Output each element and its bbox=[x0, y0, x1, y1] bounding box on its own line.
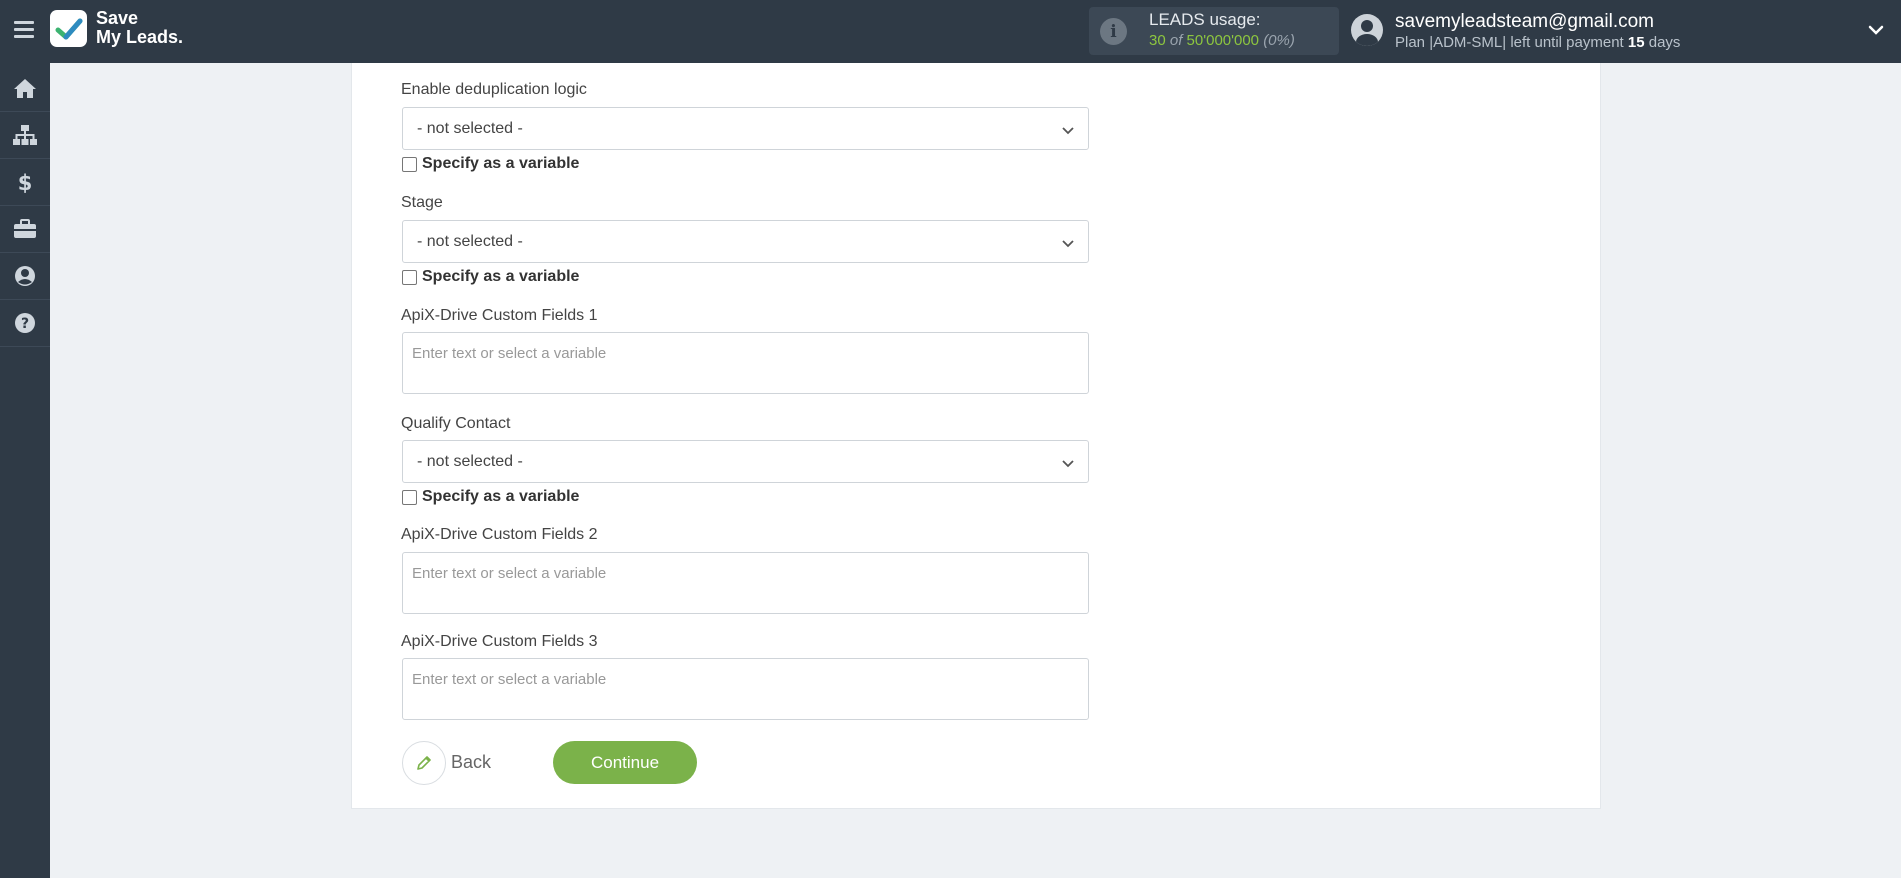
usage-of: of bbox=[1169, 32, 1183, 49]
stage-select-value: - not selected - bbox=[417, 233, 523, 250]
custom-fields-2-label: ApiX-Drive Custom Fields 2 bbox=[401, 526, 598, 543]
back-label[interactable]: Back bbox=[451, 752, 491, 773]
custom-fields-1-input[interactable]: Enter text or select a variable bbox=[402, 332, 1089, 394]
usage-used: 30 bbox=[1149, 32, 1166, 49]
dollar-icon: $ bbox=[18, 171, 33, 194]
checkbox-label: Specify as a variable bbox=[422, 155, 580, 172]
sidebar-item-connections[interactable] bbox=[0, 112, 50, 159]
custom-fields-3-input[interactable]: Enter text or select a variable bbox=[402, 658, 1089, 720]
custom-fields-1-placeholder: Enter text or select a variable bbox=[412, 345, 607, 362]
sidebar-item-profile[interactable] bbox=[0, 253, 50, 300]
chevron-down-icon bbox=[1062, 240, 1074, 248]
qualify-variable-checkbox[interactable]: Specify as a variable bbox=[402, 488, 579, 506]
chevron-down-icon bbox=[1062, 127, 1074, 135]
logo-line-1: Save bbox=[96, 8, 139, 28]
sidebar-item-billing[interactable]: $ bbox=[0, 159, 50, 206]
pencil-icon bbox=[417, 756, 431, 770]
plan-suffix: days bbox=[1648, 34, 1681, 51]
chevron-down-icon bbox=[1062, 460, 1074, 468]
checkbox-label: Specify as a variable bbox=[422, 488, 580, 505]
plan-info: Plan |ADM-SML| left until payment 15 day… bbox=[1395, 34, 1680, 51]
checkbox-box[interactable] bbox=[402, 269, 417, 285]
info-icon: i bbox=[1100, 18, 1127, 45]
leads-usage-panel: i LEADS usage: 30 of 50'000'000 (0%) bbox=[1089, 7, 1339, 55]
svg-text:$: $ bbox=[18, 171, 33, 194]
logo-icon[interactable] bbox=[50, 10, 87, 47]
custom-fields-3-label: ApiX-Drive Custom Fields 3 bbox=[401, 633, 598, 650]
usage-title: LEADS usage: bbox=[1149, 10, 1261, 29]
plan-prefix: Plan |ADM-SML| left until payment bbox=[1395, 34, 1624, 51]
usage-percent: (0%) bbox=[1263, 32, 1295, 49]
back-button[interactable] bbox=[402, 741, 446, 785]
stage-select[interactable]: - not selected - bbox=[402, 220, 1089, 263]
sitemap-icon bbox=[13, 125, 37, 145]
dedup-select[interactable]: - not selected - bbox=[402, 107, 1089, 150]
avatar[interactable] bbox=[1351, 14, 1383, 46]
briefcase-icon bbox=[14, 219, 36, 238]
custom-fields-3-placeholder: Enter text or select a variable bbox=[412, 671, 607, 688]
chevron-down-icon[interactable] bbox=[1866, 20, 1886, 40]
plan-days: 15 bbox=[1627, 34, 1645, 51]
continue-button[interactable]: Continue bbox=[553, 741, 697, 784]
svg-text:?: ? bbox=[21, 316, 29, 332]
dedup-variable-checkbox[interactable]: Specify as a variable bbox=[402, 155, 579, 173]
menu-icon[interactable] bbox=[14, 21, 34, 39]
checkbox-label: Specify as a variable bbox=[422, 268, 580, 285]
dedup-select-value: - not selected - bbox=[417, 120, 523, 137]
qualify-contact-select-value: - not selected - bbox=[417, 453, 523, 470]
stage-label: Stage bbox=[401, 194, 443, 211]
top-bar: Save My Leads. i LEADS usage: 30 of 50'0… bbox=[0, 0, 1901, 63]
sidebar-item-help[interactable]: ? bbox=[0, 300, 50, 347]
checkbox-box[interactable] bbox=[402, 156, 417, 172]
checkbox-box[interactable] bbox=[402, 489, 417, 505]
sidebar: $ ? bbox=[0, 63, 50, 878]
custom-fields-2-placeholder: Enter text or select a variable bbox=[412, 565, 607, 582]
user-circle-icon bbox=[15, 266, 35, 286]
qualify-contact-select[interactable]: - not selected - bbox=[402, 440, 1089, 483]
sidebar-item-projects[interactable] bbox=[0, 206, 50, 253]
custom-fields-1-label: ApiX-Drive Custom Fields 1 bbox=[401, 307, 598, 324]
usage-value: 30 of 50'000'000 (0%) bbox=[1149, 32, 1295, 49]
logo-text[interactable]: Save My Leads. bbox=[96, 9, 183, 47]
home-icon bbox=[14, 79, 36, 98]
dedup-label: Enable deduplication logic bbox=[401, 81, 587, 98]
usage-total: 50'000'000 bbox=[1186, 32, 1260, 49]
sidebar-item-home[interactable] bbox=[0, 65, 50, 112]
question-circle-icon: ? bbox=[15, 313, 35, 333]
custom-fields-2-input[interactable]: Enter text or select a variable bbox=[402, 552, 1089, 614]
stage-variable-checkbox[interactable]: Specify as a variable bbox=[402, 268, 579, 286]
qualify-contact-label: Qualify Contact bbox=[401, 415, 511, 432]
user-email[interactable]: savemyleadsteam@gmail.com bbox=[1395, 11, 1654, 33]
logo-line-2: My Leads. bbox=[96, 27, 184, 47]
